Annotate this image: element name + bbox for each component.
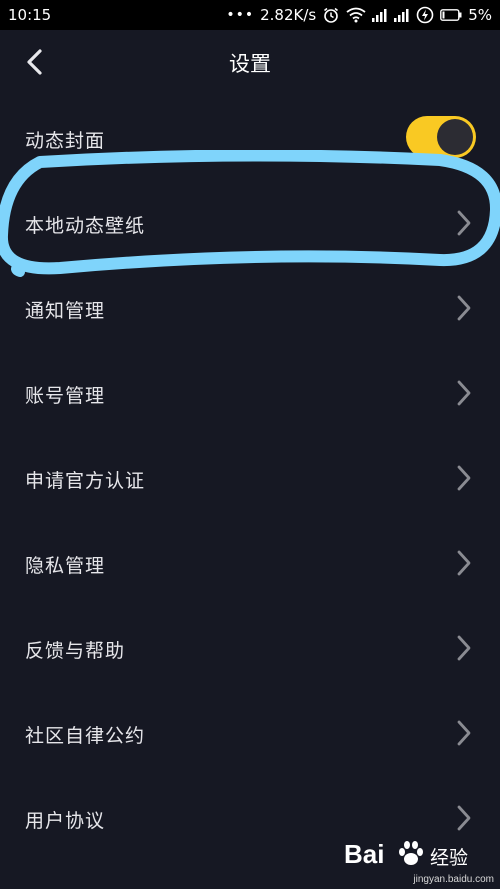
chevron-right-icon — [457, 720, 471, 746]
status-bar: 10:15 ••• 2.82K/s 5% — [0, 0, 500, 30]
setting-label: 社区自律公约 — [25, 725, 146, 747]
setting-label: 用户协议 — [25, 810, 106, 832]
toggle-knob — [437, 119, 473, 155]
setting-label: 动态封面 — [25, 130, 106, 152]
setting-label: 本地动态壁纸 — [25, 215, 146, 237]
setting-row-official-verification[interactable]: 申请官方认证 — [0, 436, 500, 521]
setting-row-dynamic-cover: 动态封面 — [0, 96, 500, 181]
watermark: Bai 经验 jingyan.baidu.com — [344, 837, 494, 885]
setting-label: 账号管理 — [25, 385, 106, 407]
setting-row-feedback[interactable]: 反馈与帮助 — [0, 606, 500, 691]
setting-row-account[interactable]: 账号管理 — [0, 351, 500, 436]
watermark-text: 经验 — [430, 847, 469, 869]
status-icons: ••• 2.82K/s 5% — [226, 4, 492, 26]
header: 设置 — [0, 30, 500, 96]
chevron-right-icon — [457, 550, 471, 576]
setting-row-local-wallpaper[interactable]: 本地动态壁纸 — [0, 181, 500, 266]
chevron-right-icon — [457, 635, 471, 661]
page-title: 设置 — [229, 52, 271, 76]
setting-label: 反馈与帮助 — [25, 640, 126, 662]
battery-percent: 5% — [468, 6, 492, 24]
setting-row-notifications[interactable]: 通知管理 — [0, 266, 500, 351]
chevron-right-icon — [457, 210, 471, 236]
setting-row-privacy[interactable]: 隐私管理 — [0, 521, 500, 606]
setting-label: 申请官方认证 — [25, 470, 146, 492]
paw-icon — [399, 841, 423, 865]
chevron-right-icon — [457, 295, 471, 321]
settings-list: 动态封面 本地动态壁纸 通知管理 账号管理 申请官方认证 隐私管理 反馈与帮助 … — [0, 96, 500, 861]
status-time: 10:15 — [8, 6, 52, 24]
charging-icon — [416, 6, 434, 24]
settings-screen: 设置 动态封面 本地动态壁纸 通知管理 账号管理 申请官方认证 隐私管理 反馈与… — [0, 30, 500, 889]
watermark-url: jingyan.baidu.com — [413, 874, 494, 885]
wifi-icon — [346, 7, 366, 23]
status-dots: ••• — [226, 7, 255, 23]
network-speed: 2.82K/s — [260, 6, 317, 24]
chevron-right-icon — [457, 805, 471, 831]
setting-label: 隐私管理 — [25, 555, 106, 577]
chevron-right-icon — [457, 465, 471, 491]
watermark-logo: Bai — [344, 839, 385, 869]
setting-row-community-convention[interactable]: 社区自律公约 — [0, 691, 500, 776]
chevron-right-icon — [457, 380, 471, 406]
battery-icon — [440, 9, 462, 21]
signal-icon — [394, 8, 410, 22]
dynamic-cover-toggle[interactable] — [406, 116, 476, 158]
signal-icon — [372, 8, 388, 22]
setting-label: 通知管理 — [25, 300, 106, 322]
alarm-icon — [322, 6, 340, 24]
